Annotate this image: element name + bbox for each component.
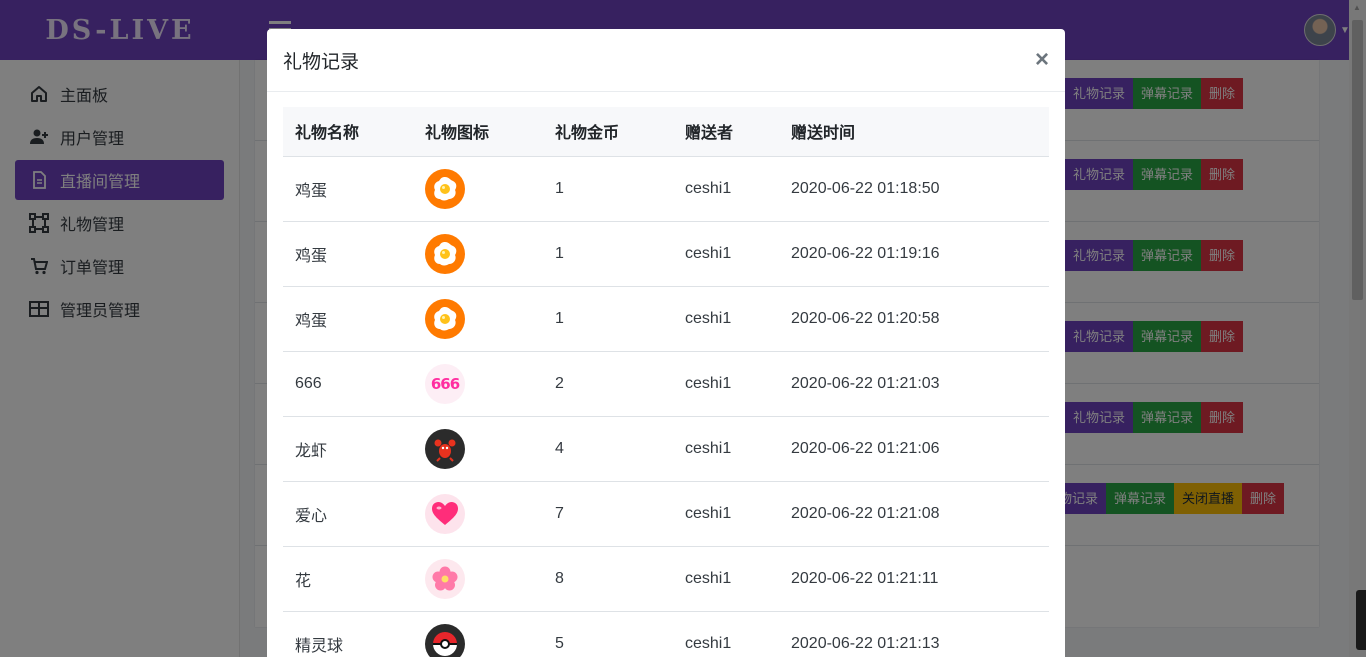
- 666-icon-text: 666: [430, 374, 460, 393]
- table-row: 龙虾 4 ceshi1 2020-06-22 01:21:06: [283, 416, 1049, 482]
- gift-time: 2020-06-22 01:19:16: [779, 221, 1049, 287]
- table-row: 666 666 2 ceshi1 2020-06-22 01:21:03: [283, 351, 1049, 417]
- gift-sender: ceshi1: [673, 351, 779, 417]
- egg-icon: [425, 233, 465, 274]
- flower-icon: [425, 558, 465, 599]
- gift-time: 2020-06-22 01:21:11: [779, 546, 1049, 612]
- column-header-time: 赠送时间: [779, 107, 1049, 157]
- 666-icon: 666: [425, 363, 465, 404]
- gift-time: 2020-06-22 01:21:06: [779, 416, 1049, 482]
- heart-icon: [425, 493, 465, 534]
- gift-sender: ceshi1: [673, 156, 779, 222]
- gift-coins: 1: [543, 156, 673, 222]
- gift-sender: ceshi1: [673, 546, 779, 612]
- gift-sender: ceshi1: [673, 611, 779, 657]
- close-icon[interactable]: ×: [1035, 48, 1049, 72]
- gift-time: 2020-06-22 01:21:13: [779, 611, 1049, 657]
- gift-name: 鸡蛋: [283, 156, 413, 222]
- egg-icon: [425, 298, 465, 339]
- gift-coins: 8: [543, 546, 673, 612]
- gift-coins: 2: [543, 351, 673, 417]
- table-row: 鸡蛋 1 ceshi1 2020-06-22 01:20:58: [283, 286, 1049, 352]
- table-row: 鸡蛋 1 ceshi1 2020-06-22 01:18:50: [283, 156, 1049, 222]
- gift-record-table: 礼物名称 礼物图标 礼物金币 赠送者 赠送时间 鸡蛋 1 ceshi1 2020…: [283, 107, 1049, 657]
- column-header-gift-name: 礼物名称: [283, 107, 413, 157]
- gift-sender: ceshi1: [673, 221, 779, 287]
- gift-time: 2020-06-22 01:20:58: [779, 286, 1049, 352]
- gift-sender: ceshi1: [673, 286, 779, 352]
- gift-time: 2020-06-22 01:18:50: [779, 156, 1049, 222]
- egg-icon: [425, 168, 465, 209]
- table-row: 花 8 ceshi1 2020-06-22 01:21:11: [283, 546, 1049, 612]
- gift-name: 666: [283, 351, 413, 417]
- gift-name: 鸡蛋: [283, 221, 413, 287]
- gift-sender: ceshi1: [673, 416, 779, 482]
- gift-name: 鸡蛋: [283, 286, 413, 352]
- column-header-gift-coins: 礼物金币: [543, 107, 673, 157]
- column-header-gift-icon: 礼物图标: [413, 107, 543, 157]
- gift-coins: 4: [543, 416, 673, 482]
- gift-coins: 7: [543, 481, 673, 547]
- table-header-row: 礼物名称 礼物图标 礼物金币 赠送者 赠送时间: [283, 107, 1049, 157]
- modal-title: 礼物记录: [283, 51, 360, 73]
- gift-name: 精灵球: [283, 611, 413, 657]
- table-row: 精灵球 5 ceshi1 2020-06-22 01:21:13: [283, 611, 1049, 657]
- pokeball-icon: [425, 623, 465, 657]
- gift-time: 2020-06-22 01:21:08: [779, 481, 1049, 547]
- table-row: 鸡蛋 1 ceshi1 2020-06-22 01:19:16: [283, 221, 1049, 287]
- gift-name: 爱心: [283, 481, 413, 547]
- modal-header: 礼物记录 ×: [267, 29, 1065, 92]
- gift-name: 龙虾: [283, 416, 413, 482]
- gift-sender: ceshi1: [673, 481, 779, 547]
- lobster-icon: [425, 428, 465, 469]
- gift-coins: 5: [543, 611, 673, 657]
- gift-name: 花: [283, 546, 413, 612]
- table-row: 爱心 7 ceshi1 2020-06-22 01:21:08: [283, 481, 1049, 547]
- column-header-sender: 赠送者: [673, 107, 779, 157]
- gift-coins: 1: [543, 286, 673, 352]
- gift-record-modal: 礼物记录 × 礼物名称 礼物图标 礼物金币 赠送者 赠送时间 鸡蛋 1 cesh…: [267, 29, 1065, 657]
- gift-time: 2020-06-22 01:21:03: [779, 351, 1049, 417]
- gift-coins: 1: [543, 221, 673, 287]
